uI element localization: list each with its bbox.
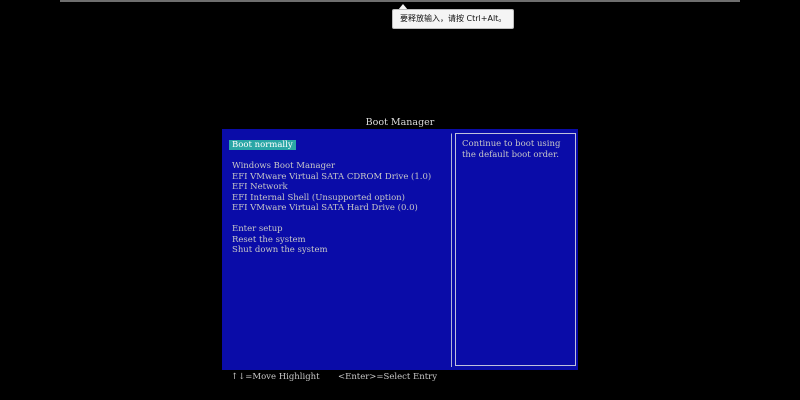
move-highlight-hint: ↑↓=Move Highlight <box>231 372 320 382</box>
help-line-1: Continue to boot using <box>462 139 561 149</box>
help-line-2: the default boot order. <box>462 150 559 160</box>
menu-item-efi-network[interactable]: EFI Network <box>232 182 288 192</box>
menu-item-efi-cdrom[interactable]: EFI VMware Virtual SATA CDROM Drive (1.0… <box>232 172 431 182</box>
boot-menu-panel: Boot normally Windows Boot Manager EFI V… <box>224 133 452 367</box>
bios-screen: Boot normally Windows Boot Manager EFI V… <box>222 129 578 370</box>
boot-manager-title: Boot Manager <box>365 117 435 128</box>
menu-item-efi-internal-shell[interactable]: EFI Internal Shell (Unsupported option) <box>232 193 405 203</box>
vm-toolbar-edge <box>60 0 740 2</box>
select-entry-hint: <Enter>=Select Entry <box>338 372 437 382</box>
menu-item-enter-setup[interactable]: Enter setup <box>232 224 283 234</box>
menu-item-efi-hard-drive[interactable]: EFI VMware Virtual SATA Hard Drive (0.0) <box>232 203 418 213</box>
menu-item-boot-normally[interactable]: Boot normally <box>229 140 296 150</box>
menu-item-windows-boot-manager[interactable]: Windows Boot Manager <box>232 161 335 171</box>
help-text: Continue to boot using the default boot … <box>462 139 572 161</box>
release-input-tooltip: 要释放输入，请按 Ctrl+Alt。 <box>392 9 515 29</box>
menu-item-shut-down[interactable]: Shut down the system <box>232 245 328 255</box>
status-bar: ↑↓=Move Highlight <Enter>=Select Entry <box>222 371 578 383</box>
help-panel: Continue to boot using the default boot … <box>455 133 576 366</box>
menu-item-reset-system[interactable]: Reset the system <box>232 235 306 245</box>
